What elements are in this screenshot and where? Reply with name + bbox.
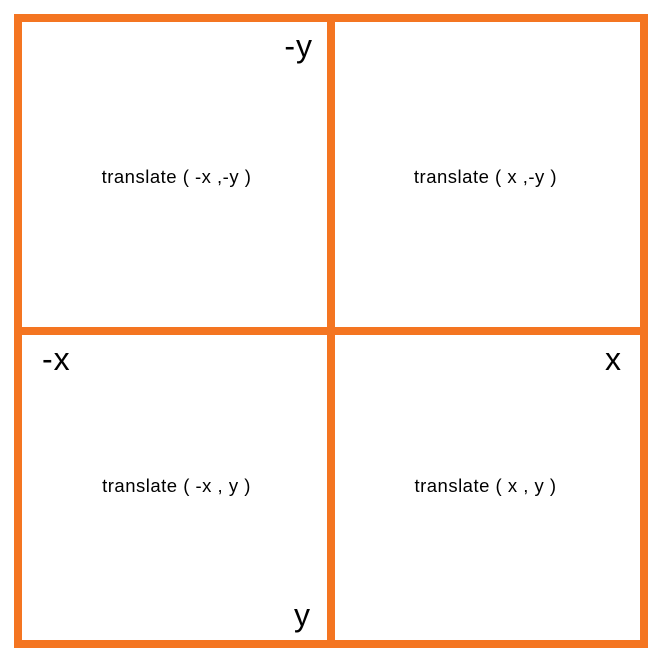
axis-label-neg-x: -x [42,341,71,378]
quadrant-label: translate ( x , y ) [414,475,556,497]
quadrant-label: translate ( x ,-y ) [414,166,557,188]
quadrant-top-left: translate ( -x ,-y ) [22,22,331,331]
axis-label-neg-y: -y [284,28,313,65]
quadrant-top-right: translate ( x ,-y ) [331,22,640,331]
quadrant-bottom-right: translate ( x , y ) [331,331,640,640]
diagram-frame: translate ( -x ,-y ) translate ( x ,-y )… [14,14,648,648]
quadrant-label: translate ( -x ,-y ) [102,166,252,188]
quadrant-label: translate ( -x , y ) [102,475,251,497]
axis-label-pos-x: x [605,341,622,378]
axis-label-pos-y: y [294,597,311,634]
